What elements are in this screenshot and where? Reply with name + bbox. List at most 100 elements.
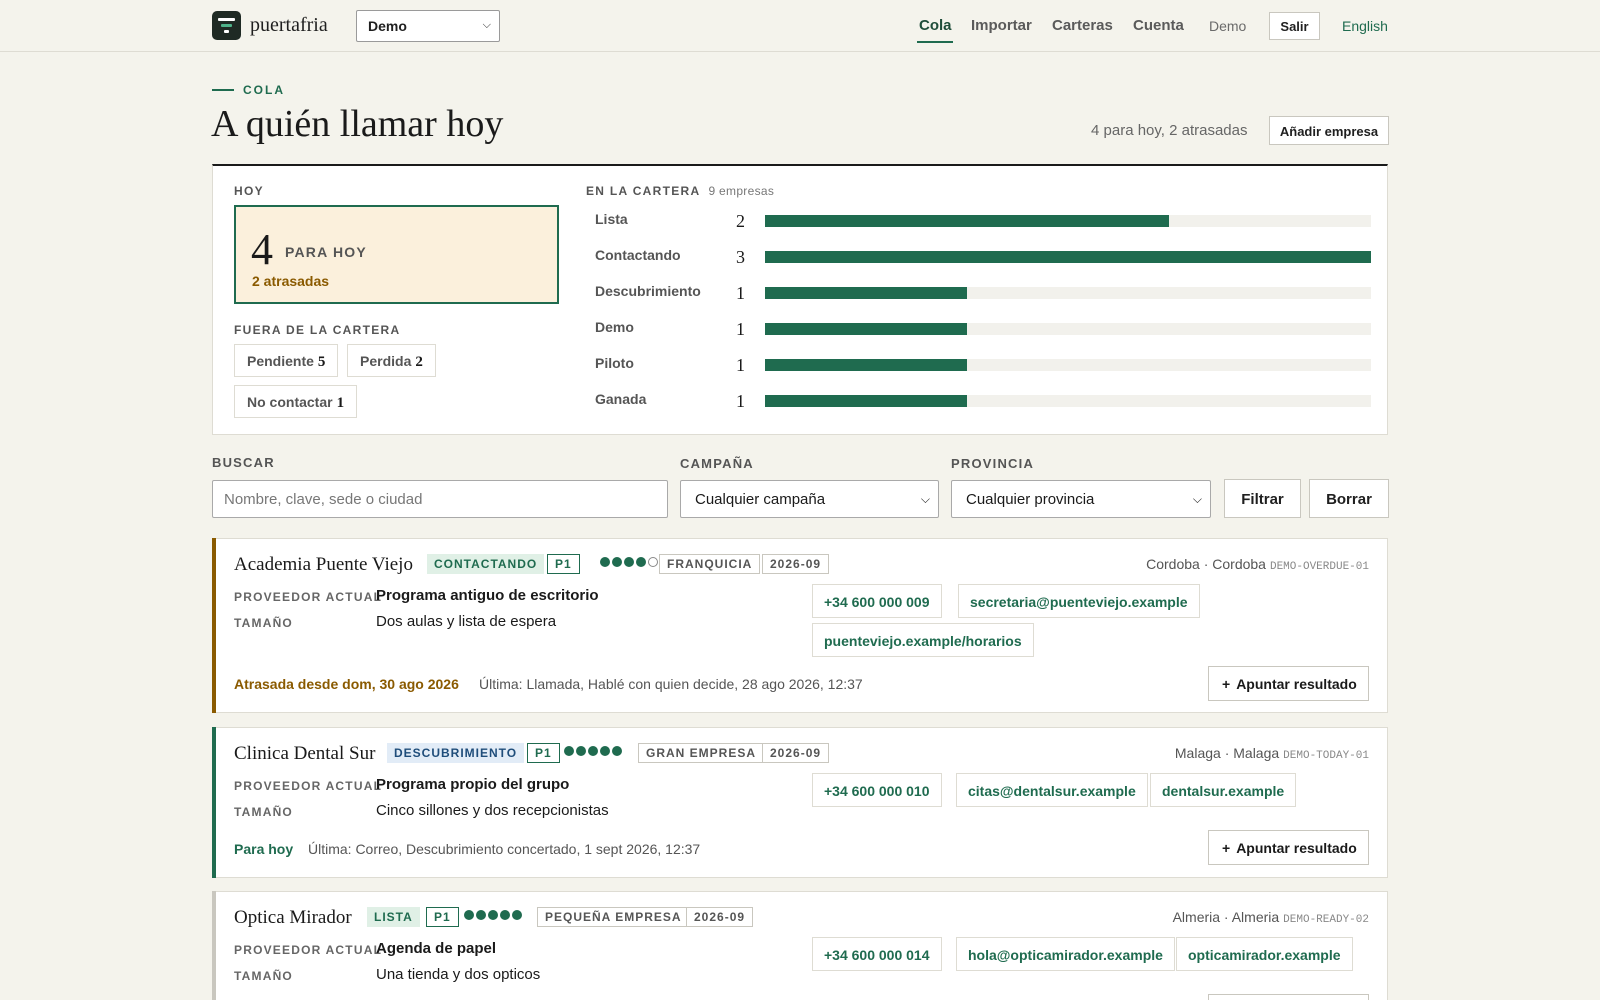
location-text: Cordoba · Cordoba [1146, 556, 1266, 572]
email-link[interactable]: secretaria@puenteviejo.example [958, 584, 1200, 618]
phone-link[interactable]: +34 600 000 010 [812, 773, 942, 807]
pipeline-bar-fill [765, 287, 967, 299]
pipeline-stage-name: Contactando [595, 247, 681, 263]
pipeline-bar-fill [765, 215, 1170, 227]
outside-pipeline-label: FUERA DE LA CARTERA [234, 323, 401, 337]
pipeline-bar-fill [765, 251, 1371, 263]
overdue-accent-bar [212, 538, 216, 713]
company-key: DEMO-TODAY-01 [1283, 750, 1369, 762]
nav-cola[interactable]: Cola [919, 17, 952, 34]
email-link[interactable]: hola@opticamirador.example [956, 937, 1175, 971]
pipeline-row[interactable]: Demo 1 [595, 319, 1371, 339]
log-result-label: Apuntar resultado [1236, 676, 1357, 692]
score-dot-filled [612, 746, 622, 756]
campaign-select[interactable]: Cualquier campaña ⌵ [680, 480, 939, 518]
province-label: PROVINCIA [951, 456, 1035, 471]
today-count: 4 [251, 225, 273, 274]
company-card[interactable]: Clinica Dental Sur DESCUBRIMIENTO P1 GRA… [212, 727, 1388, 878]
pipeline-row[interactable]: Contactando 3 [595, 247, 1371, 267]
chip-count: 1 [336, 395, 345, 411]
current-user-label: Demo [1209, 18, 1247, 34]
logout-button[interactable]: Salir [1269, 12, 1320, 40]
email-link[interactable]: citas@dentalsur.example [956, 773, 1148, 807]
brand-name[interactable]: puertafria [250, 14, 328, 37]
priority-badge: P1 [527, 743, 560, 763]
chip-no-contactar[interactable]: No contactar 1 [234, 385, 358, 418]
provider-value: Agenda de papel [376, 940, 497, 957]
score-dot-filled [588, 746, 598, 756]
company-location: Cordoba · Cordoba DEMO-OVERDUE-01 [1146, 556, 1369, 573]
today-accent-bar [212, 727, 216, 878]
score-dot-filled [612, 557, 622, 567]
pipeline-row[interactable]: Ganada 1 [595, 391, 1371, 411]
search-input[interactable]: Nombre, clave, sede o ciudad [212, 480, 668, 518]
score-dot-filled [512, 910, 522, 920]
today-summary-box[interactable]: 4 PARA HOY 2 atrasadas [234, 205, 559, 304]
score-dot-filled [624, 557, 634, 567]
pipeline-bar-track [765, 287, 1371, 299]
pipeline-row[interactable]: Descubrimiento 1 [595, 283, 1371, 303]
chip-label: Perdida [360, 353, 412, 369]
company-location: Almeria · Almeria DEMO-READY-02 [1173, 909, 1369, 926]
provider-label: PROVEEDOR ACTUAL [234, 590, 383, 604]
company-key: DEMO-READY-02 [1283, 914, 1369, 926]
website-link[interactable]: dentalsur.example [1150, 773, 1297, 807]
pipeline-bar-track [765, 395, 1371, 407]
nav-carteras[interactable]: Carteras [1052, 17, 1113, 34]
filter-button[interactable]: Filtrar [1224, 479, 1301, 518]
pipeline-stage-name: Descubrimiento [595, 283, 701, 299]
due-status: Para hoy [234, 841, 294, 857]
chip-pendiente[interactable]: Pendiente 5 [234, 344, 339, 377]
priority-badge: P1 [426, 907, 459, 927]
phone-link[interactable]: +34 600 000 014 [812, 937, 942, 971]
organization-select[interactable]: Demo ⌵ [356, 10, 500, 42]
chevron-down-icon: ⌵ [482, 19, 491, 31]
location-text: Almeria · Almeria [1172, 909, 1280, 925]
clear-button[interactable]: Borrar [1309, 479, 1389, 518]
pipeline-stage-name: Demo [595, 319, 634, 335]
score-dot-filled [564, 746, 574, 756]
log-result-button[interactable] [1208, 994, 1369, 1000]
company-card[interactable]: Optica Mirador LISTA P1 PEQUEÑA EMPRESA … [212, 891, 1388, 1000]
company-location: Malaga · Malaga DEMO-TODAY-01 [1175, 745, 1369, 762]
pipeline-row[interactable]: Lista 2 [595, 211, 1371, 231]
score-dot-filled [636, 557, 646, 567]
pipeline-stage-count: 1 [736, 355, 745, 375]
company-card[interactable]: Academia Puente Viejo CONTACTANDO P1 FRA… [212, 538, 1388, 713]
chip-count: 5 [317, 354, 326, 370]
log-result-button[interactable]: + Apuntar resultado [1208, 666, 1369, 701]
chip-perdida[interactable]: Perdida 2 [347, 344, 436, 377]
ready-accent-bar [212, 891, 216, 1000]
company-name[interactable]: Academia Puente Viejo [234, 554, 413, 576]
add-company-button[interactable]: Añadir empresa [1269, 116, 1389, 145]
score-dots [464, 910, 524, 924]
pipeline-stage-count: 1 [736, 283, 745, 303]
period-badge: 2026-09 [686, 907, 754, 927]
campaign-label: CAMPAÑA [680, 456, 754, 471]
pipeline-stage-name: Ganada [595, 391, 647, 407]
stage-badge: DESCUBRIMIENTO [387, 743, 525, 763]
page-eyebrow: COLA [243, 83, 285, 97]
pipeline-stage-count: 1 [736, 319, 745, 339]
pipeline-row[interactable]: Piloto 1 [595, 355, 1371, 375]
website-link[interactable]: opticamirador.example [1176, 937, 1353, 971]
company-name[interactable]: Optica Mirador [234, 907, 352, 929]
score-dot-filled [488, 910, 498, 920]
pipeline-bar-fill [765, 359, 967, 371]
website-link[interactable]: puenteviejo.example/horarios [812, 623, 1034, 657]
company-name[interactable]: Clinica Dental Sur [234, 743, 375, 765]
nav-importar[interactable]: Importar [971, 17, 1032, 34]
score-dot-filled [500, 910, 510, 920]
size-value: Dos aulas y lista de espera [376, 613, 557, 630]
company-key: DEMO-OVERDUE-01 [1269, 561, 1369, 573]
score-dot-filled [576, 746, 586, 756]
nav-cuenta[interactable]: Cuenta [1133, 17, 1184, 34]
pipeline-stage-count: 2 [736, 211, 745, 231]
language-switch-link[interactable]: English [1342, 18, 1388, 34]
province-select[interactable]: Cualquier provincia ⌵ [951, 480, 1211, 518]
brand-logo-icon[interactable] [212, 11, 241, 40]
last-activity: Última: Llamada, Hablé con quien decide,… [479, 676, 863, 692]
log-result-button[interactable]: + Apuntar resultado [1208, 830, 1369, 865]
chip-label: Pendiente [247, 353, 314, 369]
phone-link[interactable]: +34 600 000 009 [812, 584, 942, 618]
